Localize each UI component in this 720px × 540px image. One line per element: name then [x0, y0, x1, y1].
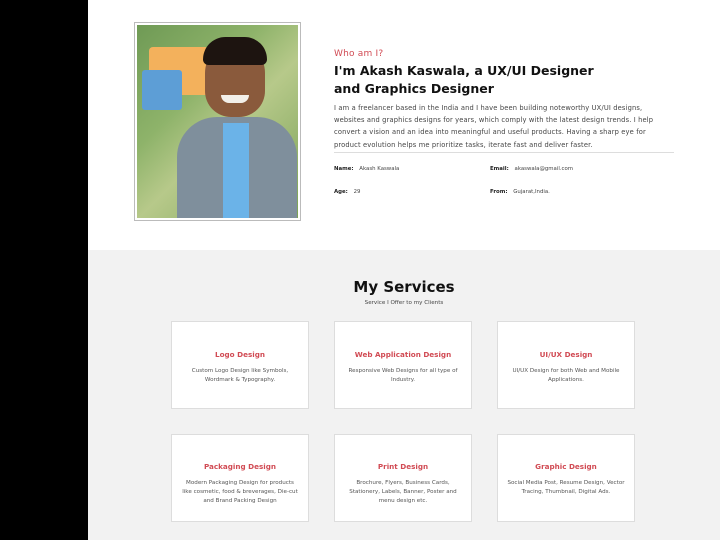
about-eyebrow: Who am I? [334, 49, 384, 59]
service-card-packaging-design[interactable]: Packaging Design Modern Packaging Design… [171, 434, 309, 522]
info-label: Age: [334, 189, 348, 195]
info-label: Name: [334, 166, 354, 172]
info-value[interactable]: akaswala@gmail.com [515, 166, 574, 172]
services-subtitle: Service I Offer to my Clients [364, 300, 444, 306]
about-headline: I'm Akash Kaswala, a UX/UI Designer and … [334, 63, 594, 96]
service-card-desc: Responsive Web Designs for all type of I… [348, 368, 458, 383]
info-value: 29 [353, 189, 361, 195]
profile-photo [134, 22, 301, 221]
service-card-title: Logo Design [215, 350, 265, 359]
info-label: From: [490, 189, 508, 195]
service-card-desc: UI/UX Design for both Web and Mobile App… [512, 368, 620, 383]
divider [334, 152, 674, 153]
info-email: Email: akaswala@gmail.com [490, 166, 573, 172]
info-label: Email: [490, 166, 509, 172]
services-section: My Services Service I Offer to my Client… [88, 250, 720, 540]
service-card-title: UI/UX Design [539, 350, 593, 359]
left-dark-panel [0, 0, 88, 540]
service-card-title: Packaging Design [203, 462, 277, 471]
service-card-title: Print Design [377, 462, 429, 471]
service-card-desc: Custom Logo Design like Symbols, Wordmar… [191, 368, 289, 383]
info-from: From: Gujarat,India. [490, 189, 550, 195]
service-card-ui-ux-design[interactable]: UI/UX Design UI/UX Design for both Web a… [497, 321, 635, 409]
info-name: Name: Akash Kaswala [334, 166, 399, 172]
service-card-desc: Brochure, Flyers, Business Cards, Statio… [349, 480, 457, 504]
service-card-print-design[interactable]: Print Design Brochure, Flyers, Business … [334, 434, 472, 522]
about-bio: I am a freelancer based in the India and… [334, 104, 654, 149]
service-card-web-application-design[interactable]: Web Application Design Responsive Web De… [334, 321, 472, 409]
service-card-graphic-design[interactable]: Graphic Design Social Media Post, Resume… [497, 434, 635, 522]
info-value: Akash Kaswala [359, 166, 400, 172]
about-section: Who am I? I'm Akash Kaswala, a UX/UI Des… [88, 0, 720, 250]
service-card-logo-design[interactable]: Logo Design Custom Logo Design like Symb… [171, 321, 309, 409]
service-card-desc: Social Media Post, Resume Design, Vector… [507, 480, 625, 495]
info-value: Gujarat,India. [513, 189, 550, 195]
info-age: Age: 29 [334, 189, 360, 195]
service-card-desc: Modern Packaging Design for products lik… [182, 480, 298, 504]
services-title: My Services [353, 278, 455, 296]
service-card-title: Web Application Design [354, 350, 452, 359]
service-card-title: Graphic Design [535, 462, 597, 471]
